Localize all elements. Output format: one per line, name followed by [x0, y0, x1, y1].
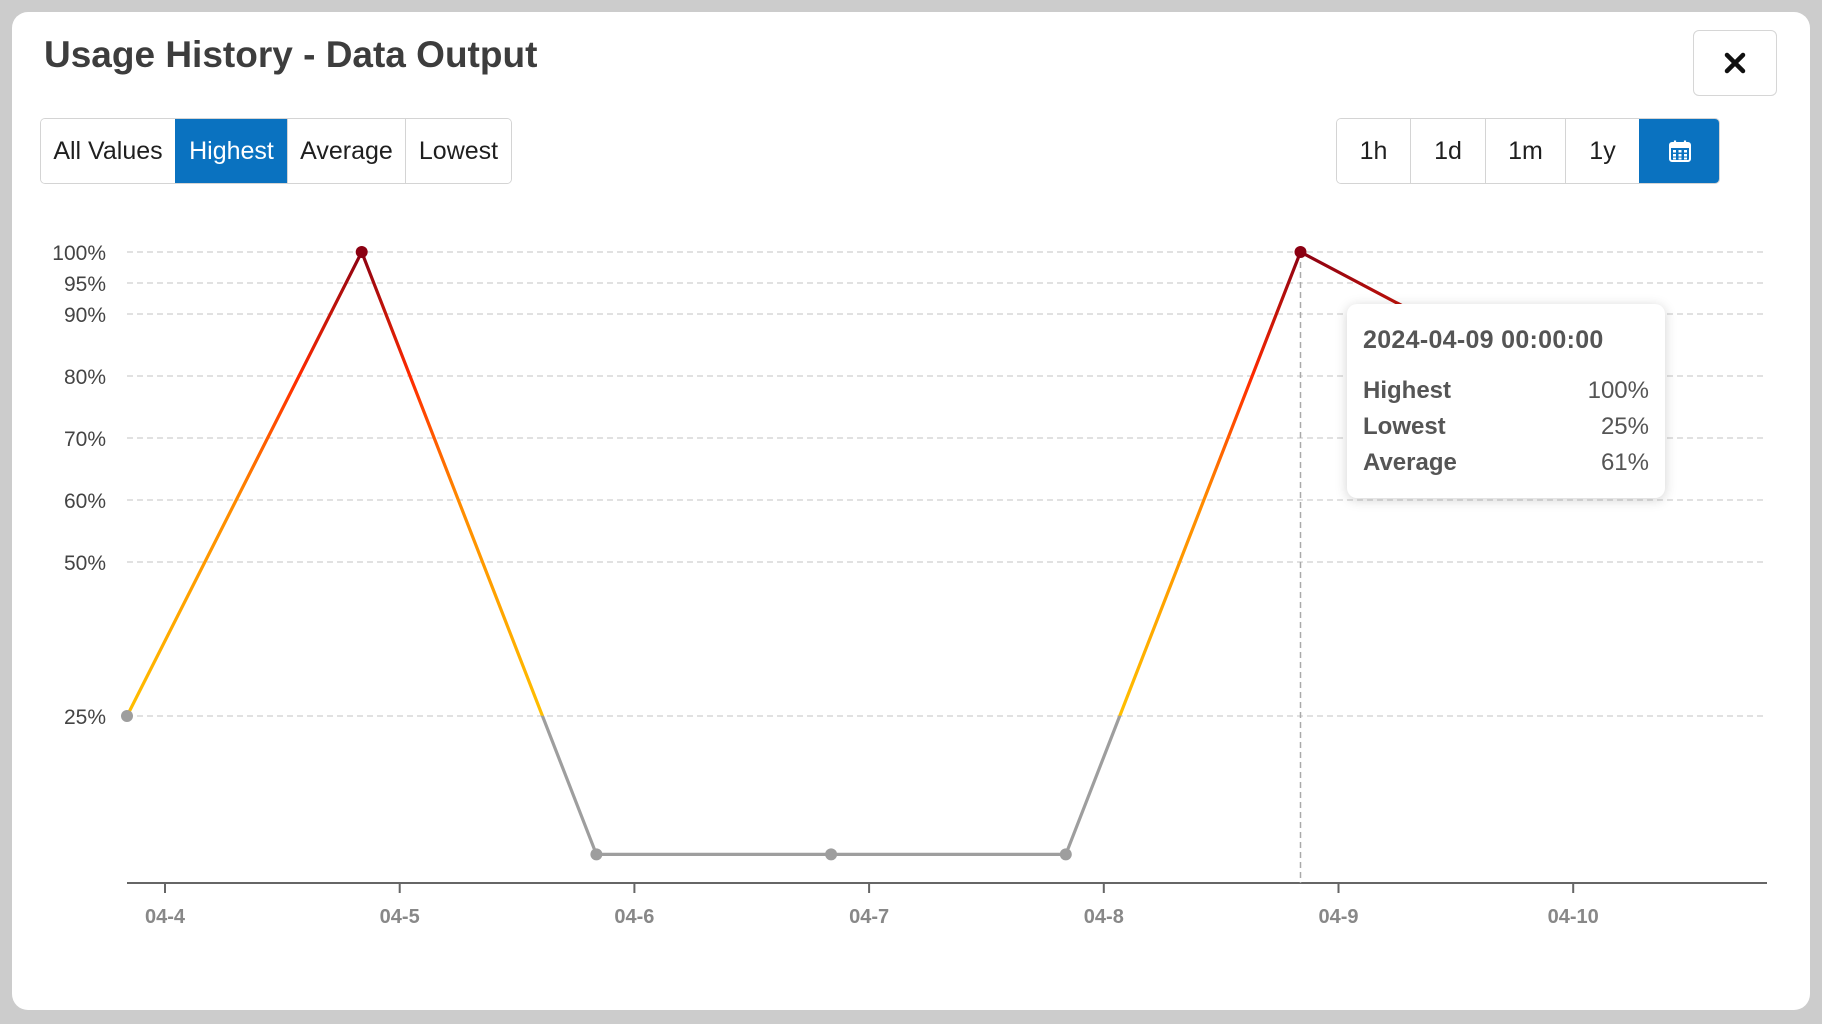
series-line-highest [125, 250, 1536, 857]
y-tick-label: 100% [52, 242, 106, 265]
x-tick-label: 04-5 [380, 906, 420, 928]
x-tick-label: 04-7 [849, 906, 889, 928]
x-tick-label: 04-4 [145, 906, 186, 928]
y-tick-label: 60% [64, 490, 106, 513]
usage-history-dialog: Usage History - Data Output All Values H… [12, 12, 1810, 1010]
y-tick-label: 50% [64, 552, 106, 575]
tooltip-label: Lowest [1363, 413, 1446, 440]
tooltip-row-average: Average 61% [1363, 445, 1649, 481]
tooltip-row-highest: Highest 100% [1363, 373, 1649, 409]
y-tick-label: 70% [64, 428, 106, 451]
data-point [1294, 246, 1307, 258]
tooltip-row-lowest: Lowest 25% [1363, 409, 1649, 445]
tooltip-value: 25% [1600, 413, 1649, 440]
tooltip-label: Highest [1363, 377, 1452, 404]
data-point [121, 710, 133, 722]
x-tick-label: 04-9 [1318, 906, 1358, 928]
x-tick-label: 04-6 [614, 906, 654, 928]
data-point [1059, 848, 1072, 861]
data-point [355, 246, 368, 258]
usage-line-chart: 25% 50% 60% 70% 80% 90% 95% 100% 04-4 04-5 04-6 04-… [52, 242, 1767, 928]
tooltip-date: 2024-04-09 00:00:00 [1363, 326, 1604, 354]
x-tick-label: 04-10 [1548, 906, 1599, 928]
y-tick-label: 90% [64, 304, 106, 327]
tooltip-label: Average [1363, 449, 1457, 476]
tooltip-value: 100% [1587, 377, 1649, 404]
y-tick-label: 95% [64, 273, 106, 296]
data-point [825, 848, 838, 861]
tooltip-value: 61% [1600, 449, 1649, 476]
data-point [590, 848, 603, 861]
y-tick-label: 80% [64, 366, 106, 389]
chart-tooltip: 2024-04-09 00:00:00 Highest 100% Lowest … [1347, 304, 1665, 498]
y-tick-label: 25% [64, 706, 106, 729]
x-tick-label: 04-8 [1084, 906, 1124, 928]
